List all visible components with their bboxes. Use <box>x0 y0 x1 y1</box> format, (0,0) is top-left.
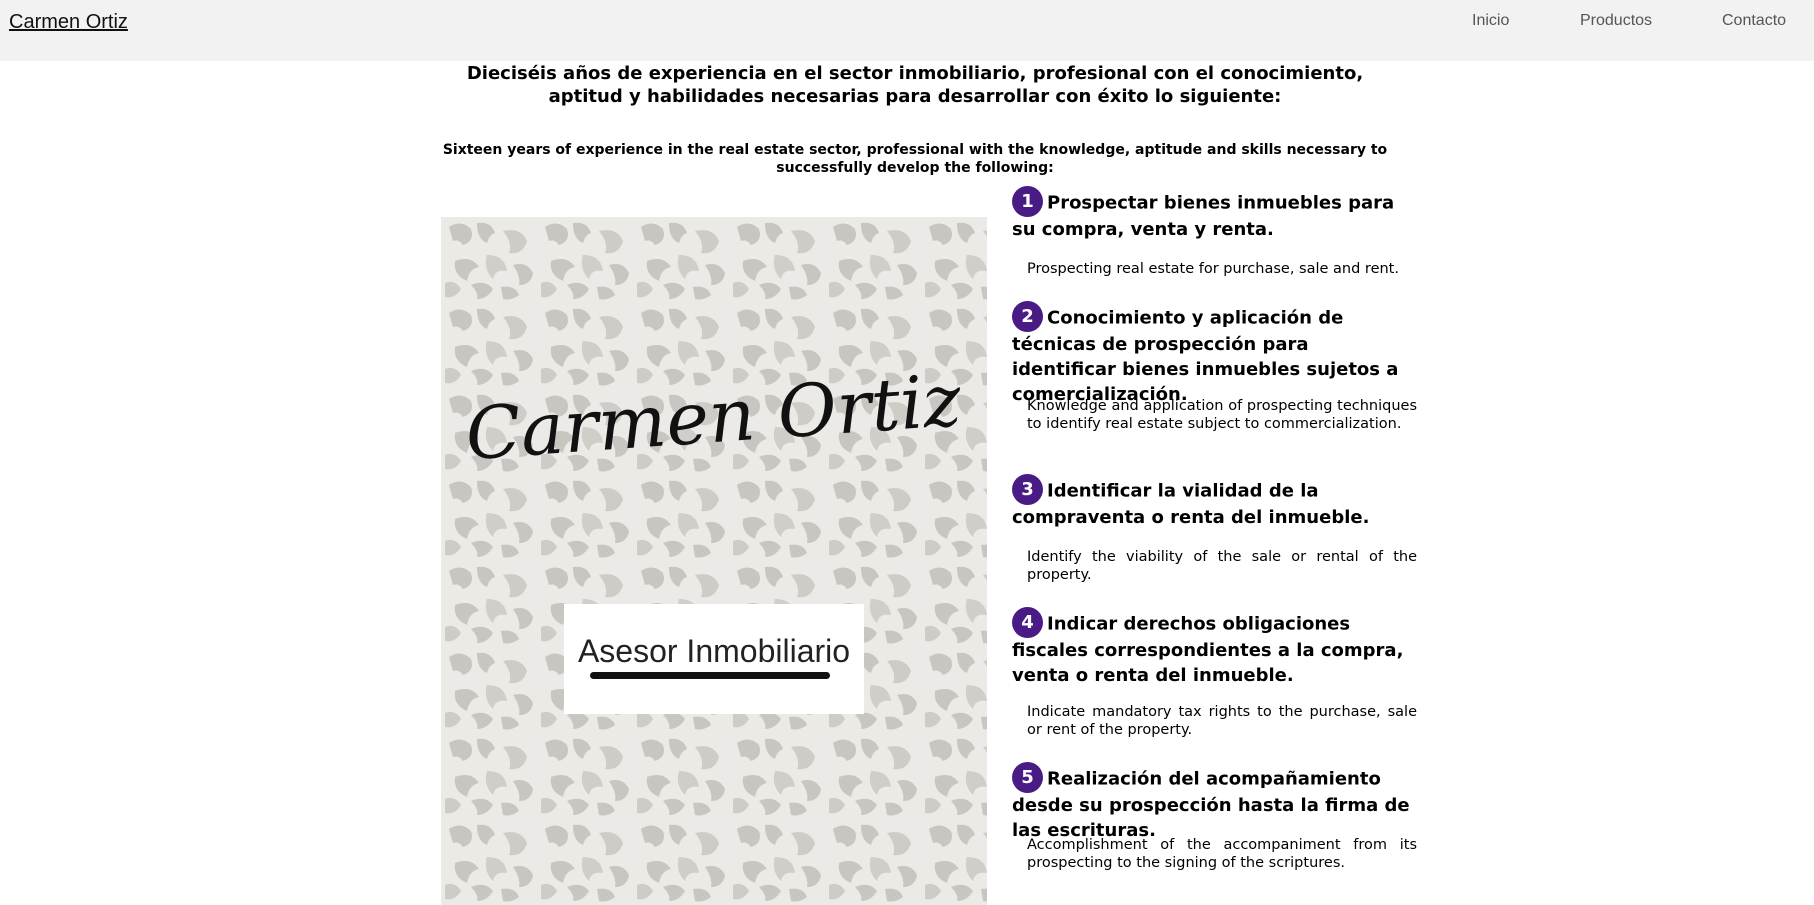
leopard-pattern-image: Carmen Ortiz Asesor Inmobiliario <box>441 217 987 905</box>
list-item-translation: Identify the viability of the sale or re… <box>1027 549 1417 583</box>
nav-link-productos[interactable]: Productos <box>1580 12 1652 30</box>
item-title: Identificar la vialidad de la compravent… <box>1012 480 1370 529</box>
item-title: Indicar derechos obligaciones fiscales c… <box>1012 613 1404 687</box>
list-item-heading: 2 Conocimiento y aplicación de técnicas d… <box>1012 301 1417 407</box>
top-navbar: Carmen Ortiz Inicio Productos Contacto <box>0 0 1814 61</box>
number-badge: 3 <box>1012 474 1043 505</box>
list-item-translation: Accomplishment of the accompaniment from… <box>1027 837 1417 871</box>
brand-link[interactable]: Carmen Ortiz <box>9 11 128 34</box>
item-title: Prospectar bienes inmuebles para su comp… <box>1012 192 1395 241</box>
item-title: Conocimiento y aplicación de técnicas de… <box>1012 307 1399 406</box>
list-item-heading: 4 Indicar derechos obligaciones fiscales … <box>1012 607 1417 688</box>
profile-image: Carmen Ortiz Asesor Inmobiliario <box>441 217 987 905</box>
list-item-heading: 1 Prospectar bienes inmuebles para su com… <box>1012 186 1417 242</box>
nav-link-contacto[interactable]: Contacto <box>1722 12 1786 30</box>
number-badge: 2 <box>1012 301 1043 332</box>
list-item-translation: Indicate mandatory tax rights to the pur… <box>1027 704 1417 738</box>
item-title: Realización del acompañamiento desde su … <box>1012 768 1410 842</box>
list-item-translation: Prospecting real estate for purchase, sa… <box>1027 261 1399 277</box>
list-item-heading: 5 Realización del acompañamiento desde su… <box>1012 762 1417 843</box>
number-badge: 5 <box>1012 762 1043 793</box>
number-badge: 4 <box>1012 607 1043 638</box>
list-item-translation: Knowledge and application of prospecting… <box>1027 398 1417 432</box>
list-item-heading: 3 Identificar la vialidad de la compraven… <box>1012 474 1417 530</box>
caption-underline <box>590 672 830 679</box>
nav-link-inicio[interactable]: Inicio <box>1472 12 1509 30</box>
caption-text: Asesor Inmobiliario <box>578 633 850 669</box>
intro-english: Sixteen years of experience in the real … <box>442 142 1388 176</box>
intro-spanish: Dieciséis años de experiencia en el sect… <box>466 63 1364 107</box>
number-badge: 1 <box>1012 186 1043 217</box>
